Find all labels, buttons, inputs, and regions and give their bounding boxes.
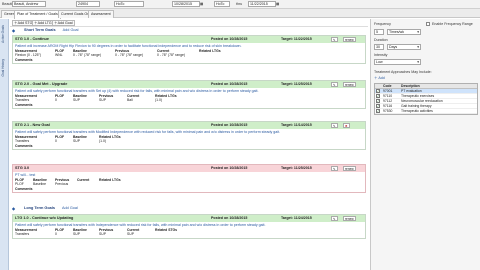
left-side-tabs: Active Goals Goal History xyxy=(0,19,9,270)
goal-title: STG 2.0 - Goal Met - Upgrade xyxy=(15,82,68,86)
row-checkbox[interactable]: ✓ xyxy=(376,104,380,108)
goal-card-stg-2-1: STG 2.1 - New Goal Posted on 10/28/2015 … xyxy=(12,121,366,151)
row-checkbox[interactable]: ✓ xyxy=(376,89,380,93)
goal-card-stg-2: STG 2.0 - Goal Met - Upgrade Posted on 1… xyxy=(12,80,366,110)
calendar-icon[interactable]: ▦ xyxy=(200,2,203,6)
patient-header: Beauti Beauti, Andrew 24904 HoTo 10/28/2… xyxy=(0,0,480,9)
goal-target: Target: 11/22/2015 xyxy=(281,37,312,41)
short-term-goals-header: ◆ Short Term Goals Add Goal xyxy=(10,27,368,34)
goal-target: Target: 11/24/2015 xyxy=(281,216,312,220)
add-stg-label: Add STG xyxy=(17,21,33,25)
goal-comments: Comments xyxy=(15,143,33,148)
renew-goal-button[interactable]: renew xyxy=(343,216,356,221)
goal-table-row: Transfers 0 SUP SUP Ball (1.0) xyxy=(15,98,162,103)
table-row[interactable]: ✓ 97530 Therapeutic activities xyxy=(375,109,477,114)
goals-icon: ◆ xyxy=(12,28,16,33)
goals-icon: ◆ xyxy=(12,206,16,211)
patient-id-field[interactable]: 24904 xyxy=(76,1,100,7)
edit-goal-button[interactable]: ✎ xyxy=(331,37,338,42)
row-checkbox[interactable]: ✓ xyxy=(376,94,380,98)
goal-card-ltg-1: LTG 1.0 - Continue w/o Updating Posted o… xyxy=(12,214,366,239)
goal-comments: Comments xyxy=(15,57,33,62)
edit-goal-button[interactable]: ✎ xyxy=(331,166,338,171)
chevron-down-icon: ▾ xyxy=(417,30,419,34)
patient-name-field[interactable]: Beauti, Andrew xyxy=(12,1,46,7)
goal-card-stg-1: STG 1.0 - Continue Posted on 10/28/2015 … xyxy=(12,35,366,65)
duration-unit-select[interactable]: Days ▾ xyxy=(387,44,421,50)
provider-field[interactable]: HoTo xyxy=(114,1,144,7)
renew-goal-button[interactable]: renew xyxy=(343,37,356,42)
long-term-goals-title: Long Term Goals xyxy=(24,206,55,210)
goal-target: Target: 11/14/2015 xyxy=(281,123,312,127)
intensity-select[interactable]: Low ▾ xyxy=(374,59,421,65)
add-approach-link[interactable]: ＋ Add xyxy=(374,76,385,80)
start-date-field[interactable]: 10/28/2015 xyxy=(172,1,200,7)
frequency-unit-select[interactable]: Times/wk ▾ xyxy=(387,29,421,35)
goals-panel: ◆ Short Term Goals Add Goal STG 1.0 - Co… xyxy=(10,27,368,270)
goal-title: STG 1.0 - Continue xyxy=(15,37,49,41)
add-long-goal-link[interactable]: Add Goal xyxy=(62,206,78,210)
treatment-approaches-table: Code Description ✓ 97001 PT evaluation ✓… xyxy=(374,83,478,115)
intensity-label: Intensity xyxy=(374,53,388,57)
add-short-goal-link[interactable]: Add Goal xyxy=(63,28,79,32)
side-tab-goal-history[interactable]: Goal History xyxy=(1,59,5,77)
renew-goal-button[interactable]: renew xyxy=(343,166,356,171)
tab-assessment[interactable]: Assessment xyxy=(88,10,114,18)
row-checkbox[interactable]: ✓ xyxy=(376,99,380,103)
add-ltg-label: Add LTG xyxy=(37,21,52,25)
tab-plan-of-treatment[interactable]: Plan of Treatment / Goals xyxy=(14,10,61,19)
thru-label: thru xyxy=(236,2,243,6)
long-term-goals-header: ◆ Long Term Goals Add Goal xyxy=(10,205,368,212)
goal-title: STG 2.1 - New Goal xyxy=(15,123,50,127)
goal-posted: Posted on 10/28/2015 xyxy=(211,82,248,86)
enable-frequency-range-label: Enable Frequency Range xyxy=(432,22,473,26)
goal-posted: Posted on 10/28/2015 xyxy=(211,216,248,220)
goal-posted: Posted on 10/28/2015 xyxy=(211,37,248,41)
tab-bar: General Plan of Treatment / Goals Curren… xyxy=(0,9,480,19)
chevron-down-icon: ▾ xyxy=(417,60,419,64)
goal-header: STG 2.1 - New Goal Posted on 10/28/2015 … xyxy=(13,122,365,129)
goal-comments: Comments xyxy=(15,102,33,107)
provider2-field[interactable]: HoTo xyxy=(214,1,230,7)
goal-header: STG 1.0 - Continue Posted on 10/28/2015 … xyxy=(13,36,365,43)
goal-table-row: Flexion (0 - 125°) WNL 0 - 78° (78° rang… xyxy=(15,53,185,58)
goal-table-row: Transfers 0 SUP SUP SUP xyxy=(15,232,134,237)
goal-target: Target: 11/25/2015 xyxy=(281,82,312,86)
goal-target: Target: 11/25/2015 xyxy=(281,166,312,170)
add-goal-button[interactable]: ＋Add Goal xyxy=(52,20,75,26)
add-goal-label: Add Goal xyxy=(57,21,73,25)
goal-title: LTG 1.0 - Continue w/o Updating xyxy=(15,216,74,220)
goal-title: STG 3.0 xyxy=(15,166,30,170)
goal-header: STG 2.0 - Goal Met - Upgrade Posted on 1… xyxy=(13,81,365,88)
patient-name-label: Beauti xyxy=(2,2,13,6)
edit-goal-button[interactable]: ✎ xyxy=(331,82,338,87)
goal-comments: Comments xyxy=(15,186,33,191)
frequency-value-input[interactable]: 5 xyxy=(374,29,384,35)
chevron-down-icon: ▾ xyxy=(417,45,419,49)
treatment-approaches-label: Treatment Approaches May Include: xyxy=(374,70,432,74)
side-tab-active-goals[interactable]: Active Goals xyxy=(1,25,5,43)
goal-card-stg-3: STG 3.0 Posted on 10/28/2015 Target: 11/… xyxy=(12,164,366,194)
end-date-field[interactable]: 11/22/2015 xyxy=(248,1,276,7)
duration-label: Duration xyxy=(374,38,388,42)
goal-header: LTG 1.0 - Continue w/o Updating Posted o… xyxy=(13,215,365,222)
add-ltg-button[interactable]: ＋Add LTG xyxy=(32,20,54,26)
short-term-goals-title: Short Term Goals xyxy=(24,28,56,32)
goal-header: STG 3.0 Posted on 10/28/2015 Target: 11/… xyxy=(13,165,365,172)
duration-value-input[interactable]: 30 xyxy=(374,44,384,50)
goal-posted: Posted on 10/28/2015 xyxy=(211,166,248,170)
goal-table-row: PLOF Baseline Previous xyxy=(15,182,69,187)
goal-table-row: Transfers 0 SUP (1.0) xyxy=(15,139,106,144)
edit-goal-button[interactable]: ✎ xyxy=(331,216,338,221)
frequency-label: Frequency xyxy=(374,22,391,26)
row-checkbox[interactable]: ✓ xyxy=(376,109,380,113)
delete-goal-button[interactable]: ✖ xyxy=(343,123,350,128)
edit-goal-button[interactable]: ✎ xyxy=(331,123,338,128)
renew-goal-button[interactable]: renew xyxy=(343,82,356,87)
frequency-panel: Frequency Enable Frequency Range 5 Times… xyxy=(370,19,480,270)
enable-frequency-range-checkbox[interactable] xyxy=(426,22,430,26)
calendar-icon-2[interactable]: ▦ xyxy=(276,2,279,6)
goal-toolbar: ＋Add STG ＋Add LTG ＋Add Goal xyxy=(10,19,368,27)
goal-posted: Posted on 10/28/2015 xyxy=(211,123,248,127)
